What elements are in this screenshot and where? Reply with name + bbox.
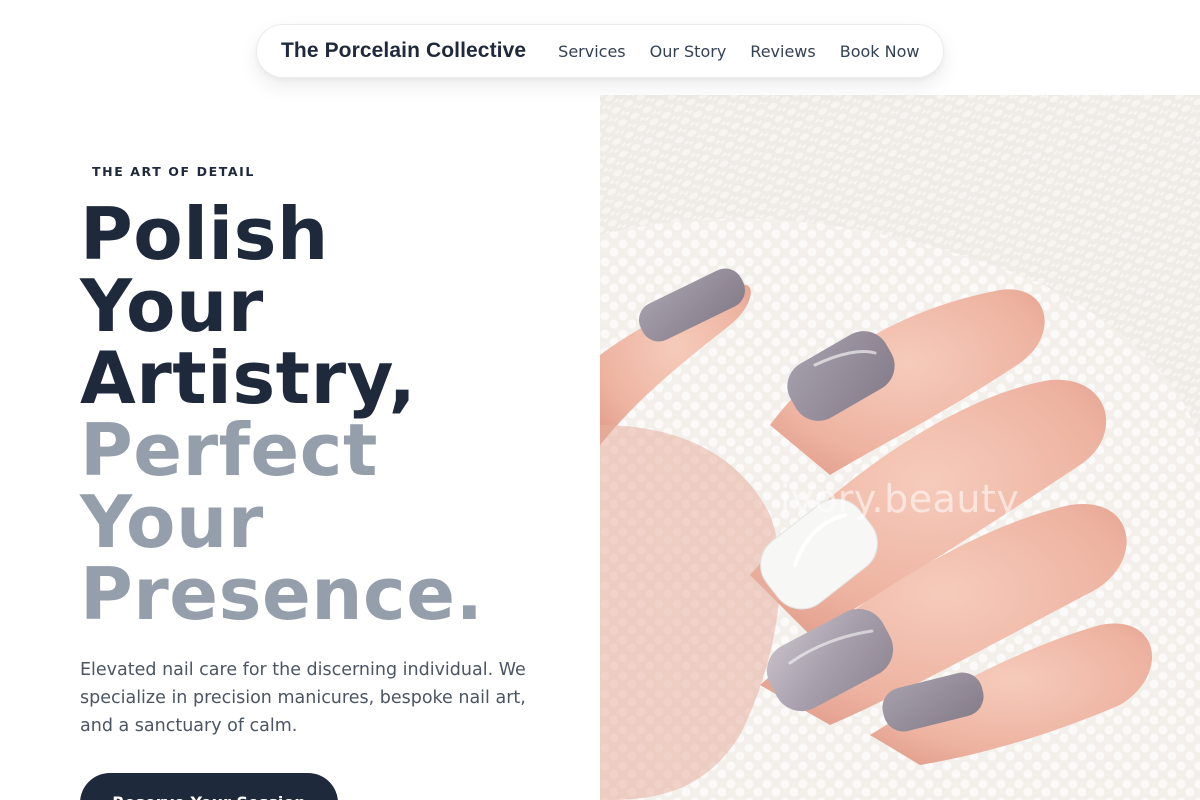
brand-logo[interactable]: The Porcelain Collective: [281, 39, 526, 63]
headline-line-4: Perfect: [80, 408, 378, 492]
nav-link-reviews[interactable]: Reviews: [750, 42, 815, 61]
hero-description: Elevated nail care for the discerning in…: [80, 660, 526, 736]
headline-line-2: Your: [80, 264, 264, 348]
headline-line-1: Polish: [80, 192, 329, 276]
image-watermark: ivory.beauty: [780, 477, 1020, 521]
reserve-session-button[interactable]: Reserve Your Session: [80, 773, 338, 800]
hero-image: ivory.beauty: [600, 95, 1200, 800]
nav-links: Services Our Story Reviews Book Now: [558, 42, 919, 61]
headline-line-5: Your: [80, 480, 264, 564]
nav-link-book-now[interactable]: Book Now: [840, 42, 920, 61]
hero-eyebrow: THE ART OF DETAIL: [92, 164, 255, 179]
hero-headline: Polish Your Artistry, Perfect Your Prese…: [80, 198, 580, 630]
headline-line-6: Presence.: [80, 552, 484, 636]
top-navigation: The Porcelain Collective Services Our St…: [256, 24, 944, 78]
nav-link-our-story[interactable]: Our Story: [650, 42, 727, 61]
manicure-photo: [600, 95, 1200, 800]
headline-line-3: Artistry,: [80, 336, 417, 420]
nav-link-services[interactable]: Services: [558, 42, 625, 61]
